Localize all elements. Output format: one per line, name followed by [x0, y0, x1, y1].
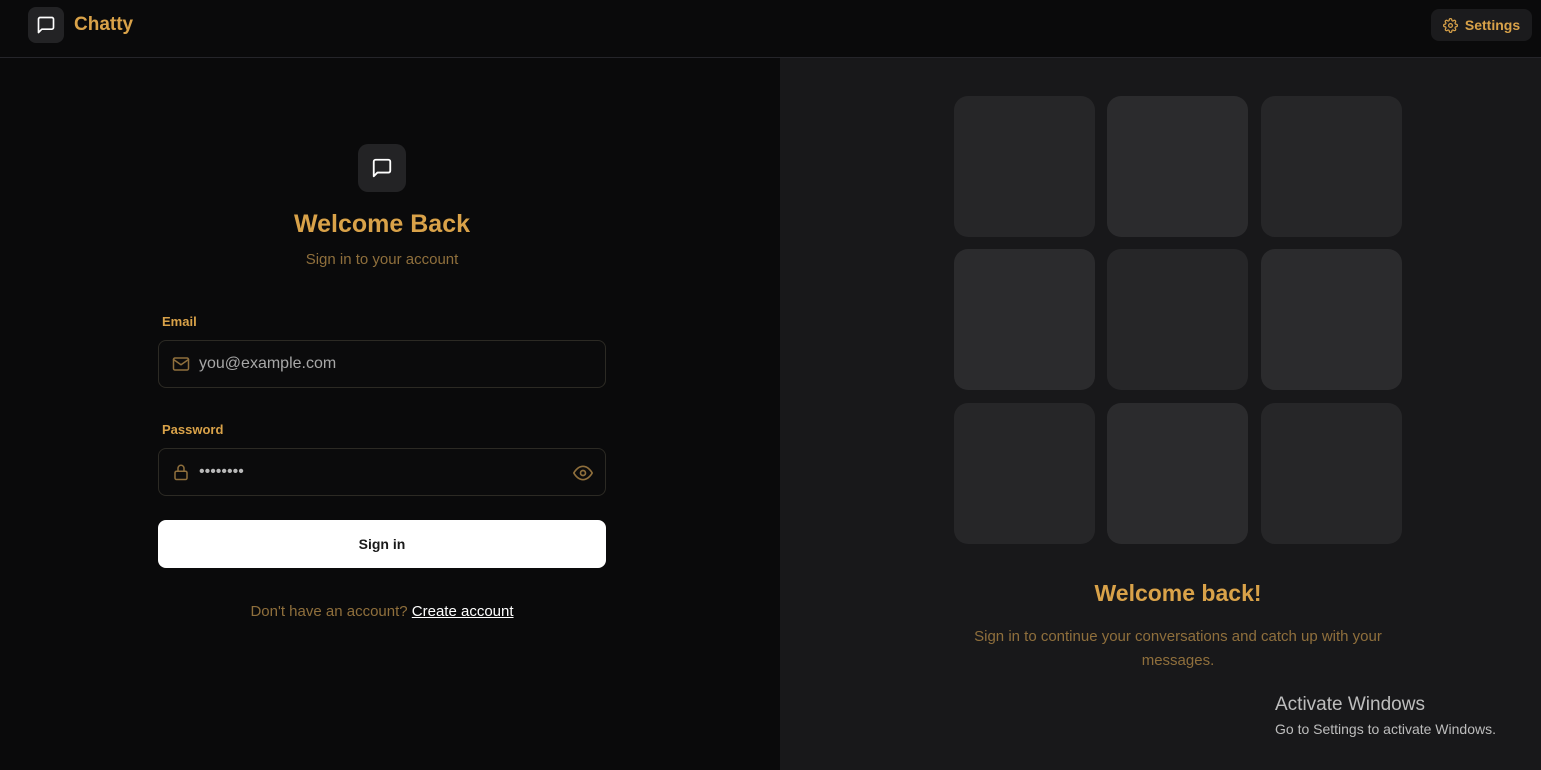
- signup-prompt: Don't have an account? Create account: [0, 603, 764, 620]
- pattern-tile: [1107, 96, 1248, 237]
- settings-label: Settings: [1464, 17, 1521, 33]
- lock-icon: [171, 462, 191, 482]
- eye-icon[interactable]: [572, 462, 594, 484]
- create-account-link[interactable]: Create account: [412, 603, 514, 620]
- email-input[interactable]: [199, 341, 569, 387]
- promo-subtitle: Sign in to continue your conversations a…: [974, 628, 1382, 669]
- pattern-tile: [1261, 249, 1402, 390]
- watermark-subtitle: Go to Settings to activate Windows.: [1275, 721, 1496, 737]
- sign-in-button[interactable]: Sign in: [158, 520, 606, 568]
- email-label: Email: [162, 314, 197, 329]
- email-field[interactable]: [158, 340, 606, 388]
- pattern-tile: [1261, 96, 1402, 237]
- brand-name[interactable]: Chatty: [74, 14, 133, 36]
- pattern-tile: [954, 96, 1095, 237]
- password-field[interactable]: [158, 448, 606, 496]
- promo-title: Welcome back!: [1094, 580, 1262, 606]
- no-account-text: Don't have an account?: [250, 603, 408, 620]
- watermark-title: Activate Windows: [1275, 694, 1425, 715]
- brand-logo[interactable]: [28, 7, 64, 43]
- top-navbar: Chatty Settings: [0, 0, 1541, 58]
- password-label: Password: [162, 422, 224, 437]
- login-subtitle: Sign in to your account: [305, 251, 459, 268]
- message-square-icon: [372, 158, 392, 178]
- settings-button[interactable]: Settings: [1431, 9, 1532, 41]
- form-logo: [358, 144, 406, 192]
- activate-windows-watermark: Activate Windows Go to Settings to activ…: [1275, 694, 1496, 737]
- pattern-tile: [954, 403, 1095, 544]
- mail-icon: [171, 354, 191, 374]
- password-input[interactable]: [199, 449, 569, 495]
- pattern-tile: [954, 249, 1095, 390]
- pattern-tile: [1107, 249, 1248, 390]
- gear-icon: [1442, 17, 1458, 33]
- pattern-tile: [1107, 403, 1248, 544]
- pattern-grid: [954, 96, 1402, 544]
- pattern-tile: [1261, 403, 1402, 544]
- message-square-icon: [37, 16, 55, 34]
- login-title: Welcome Back: [293, 210, 470, 238]
